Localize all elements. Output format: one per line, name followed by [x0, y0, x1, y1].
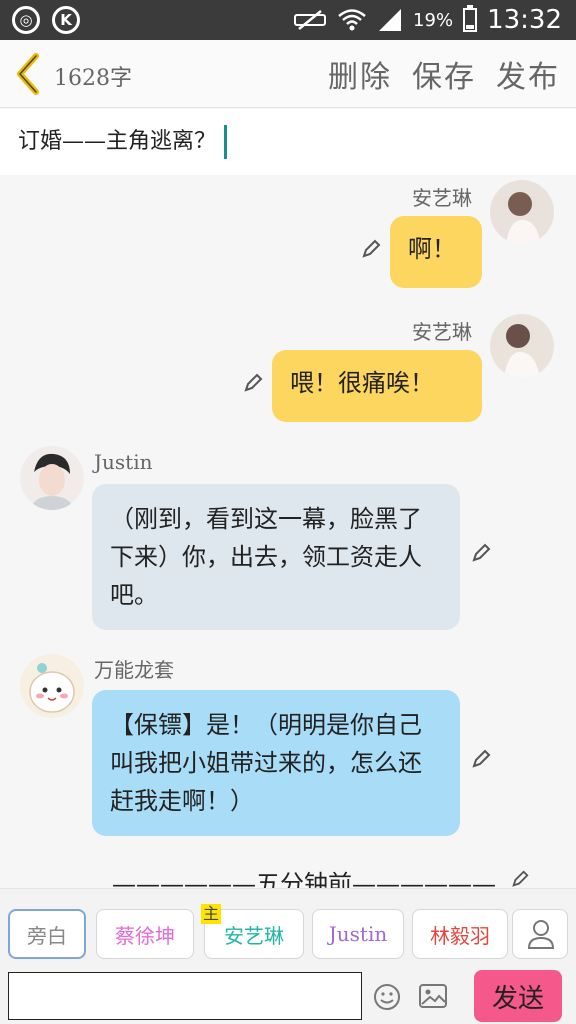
character-selector: 旁白 蔡徐坤 主 安艺琳 Justin 林毅羽 [0, 888, 576, 968]
speaker-name: 万能龙套 [94, 658, 174, 682]
add-character-button[interactable] [512, 909, 568, 959]
back-chevron-icon[interactable] [14, 52, 44, 96]
send-button[interactable]: 发送 [474, 970, 562, 1022]
edit-pencil-icon[interactable] [360, 238, 382, 260]
delete-button[interactable]: 删除 [328, 52, 392, 96]
edit-pencil-icon[interactable] [470, 542, 492, 564]
character-tab-main[interactable]: 主 安艺琳 [201, 904, 304, 959]
speaker-name: Justin [94, 450, 153, 474]
weibo-icon: ◎ [12, 6, 40, 34]
narration-divider[interactable]: ——————五分钟前—————— [112, 864, 496, 888]
chapter-title-field[interactable]: 订婚——主角逃离？ [0, 109, 576, 175]
character-tab-narrator[interactable]: 旁白 [8, 909, 86, 959]
character-tab[interactable]: 蔡徐坤 [96, 909, 194, 959]
main-character-badge: 主 [201, 904, 222, 924]
word-count: 1628字 [54, 66, 132, 91]
battery-icon [463, 5, 478, 32]
message-input[interactable] [8, 972, 362, 1020]
person-icon [527, 920, 555, 949]
publish-button[interactable]: 发布 [496, 52, 560, 96]
emoji-icon[interactable] [372, 982, 402, 1012]
wifi-icon [338, 9, 366, 31]
avatar[interactable] [20, 654, 84, 718]
k-app-icon: K [52, 6, 80, 34]
clock: 13:32 [487, 5, 562, 35]
avatar[interactable] [20, 446, 84, 510]
character-tab[interactable]: Justin [312, 909, 404, 959]
message-bubble[interactable]: 喂！很痛唉！ [272, 350, 482, 422]
message-bubble[interactable]: （刚到，看到这一幕，脸黑了下来）你，出去，领工资走人吧。 [92, 484, 460, 630]
image-icon[interactable] [418, 982, 448, 1010]
edit-pencil-icon[interactable] [242, 372, 264, 394]
speaker-name: 安艺琳 [412, 186, 472, 210]
edit-pencil-icon[interactable] [470, 748, 492, 770]
chapter-title-text: 订婚——主角逃离？ [18, 123, 228, 159]
battery-percentage: 19% [413, 9, 454, 31]
text-caret [224, 125, 228, 159]
message-bubble[interactable]: 【保镖】是！（明明是你自己叫我把小姐带过来的，怎么还赶我走啊！） [92, 690, 460, 836]
edit-pencil-icon[interactable] [510, 868, 530, 888]
editor-header: 1628字 删除 保存 发布 [0, 40, 576, 108]
avatar[interactable] [490, 314, 554, 378]
chat-area[interactable]: 安艺琳 啊！ 安艺琳 喂！很痛唉！ Justin （刚到，看到这一幕，脸黑了下来… [0, 176, 576, 888]
status-bar: ◎ K 19% 13:32 [0, 0, 576, 40]
composer: 发送 [0, 968, 576, 1024]
speaker-name: 安艺琳 [412, 320, 472, 344]
mute-icon [294, 10, 327, 30]
save-button[interactable]: 保存 [412, 52, 476, 96]
message-bubble[interactable]: 啊！ [390, 216, 482, 288]
avatar[interactable] [490, 180, 554, 244]
signal-icon [379, 9, 402, 31]
character-tab[interactable]: 林毅羽 [412, 909, 508, 959]
